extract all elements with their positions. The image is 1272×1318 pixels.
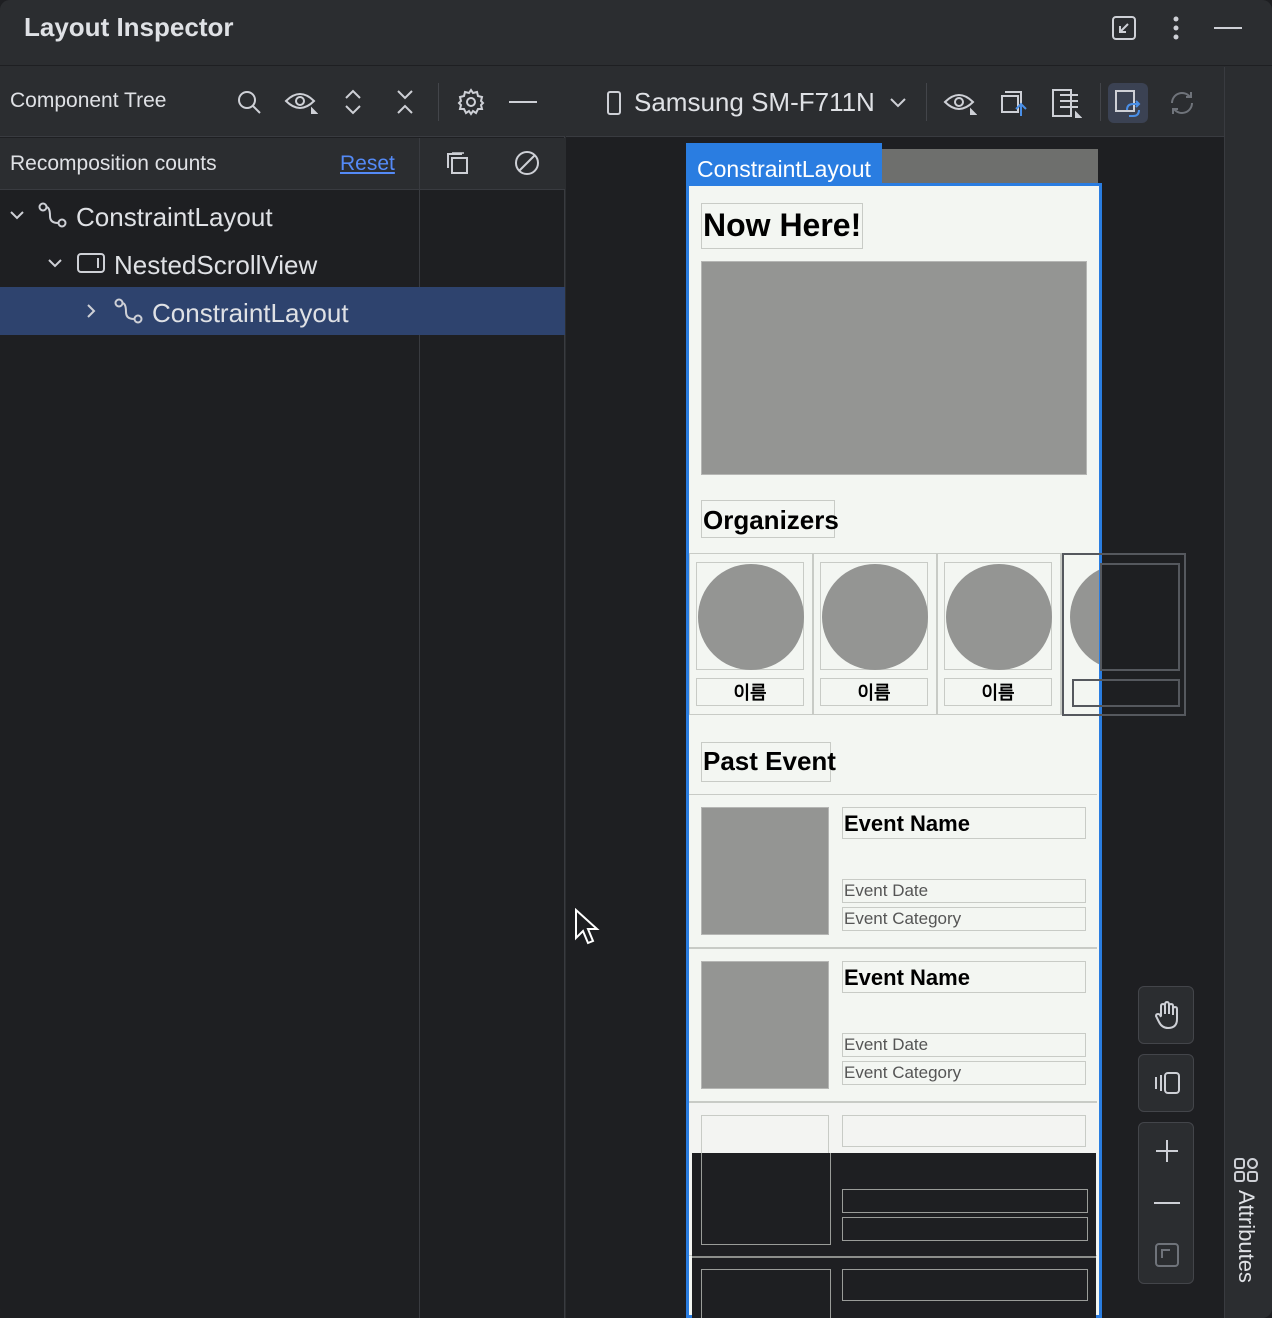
- window-title: Layout Inspector: [24, 12, 234, 42]
- attributes-icon[interactable]: [1232, 1156, 1262, 1186]
- event-name: Event Name: [844, 965, 970, 990]
- fit-screen-icon[interactable]: [1139, 1229, 1195, 1281]
- event-category: Event Category: [844, 1063, 962, 1082]
- search-icon[interactable]: [232, 85, 266, 119]
- minimize-icon[interactable]: [1212, 12, 1244, 44]
- component-tree-panel: Component Tree Recomposition counts Rese…: [0, 67, 565, 1318]
- organizer-cell[interactable]: 이름: [689, 553, 813, 715]
- copy-icon[interactable]: [440, 146, 474, 180]
- gear-icon[interactable]: [454, 85, 488, 119]
- constraint-layout-icon: [38, 202, 68, 228]
- visibility-icon[interactable]: [284, 85, 318, 119]
- refresh-icon[interactable]: [1162, 83, 1202, 123]
- layers-icon[interactable]: [1139, 1057, 1195, 1109]
- organizer-cell-overflow: [1062, 553, 1186, 716]
- component-tree-title: Component Tree: [10, 89, 167, 112]
- chevron-down-icon[interactable]: [44, 252, 66, 274]
- selection-border-right: [1099, 183, 1102, 1318]
- date-wireframe: [842, 1189, 1088, 1213]
- organizer-cell[interactable]: 이름: [937, 553, 1061, 715]
- chevron-down-icon[interactable]: [6, 204, 28, 226]
- constraint-layout-icon: [114, 298, 144, 324]
- tree-node-constraintlayout-selected[interactable]: ConstraintLayout: [0, 287, 565, 335]
- category-wireframe: [842, 1217, 1088, 1241]
- attributes-tab[interactable]: Attributes: [1228, 1190, 1264, 1300]
- organizers-heading: Organizers: [703, 505, 839, 535]
- layer-control[interactable]: [1138, 1054, 1194, 1112]
- avatar: [822, 564, 928, 670]
- organizer-name: 이름: [696, 678, 804, 706]
- organizer-name: 이름: [820, 678, 928, 706]
- event-name: Event Name: [844, 811, 970, 836]
- event-thumbnail: [701, 807, 829, 935]
- event-category: Event Category: [844, 909, 962, 928]
- avatar: [698, 564, 804, 670]
- thumbnail-wireframe: [701, 1153, 831, 1245]
- toolbar-separator: [1100, 83, 1101, 121]
- attributes-sidebar: [1224, 67, 1272, 1318]
- selected-view-tag: ConstraintLayout: [686, 143, 882, 183]
- status-bar-placeholder: [880, 149, 1098, 185]
- pan-control[interactable]: [1138, 986, 1194, 1044]
- component-tree-header: Component Tree: [0, 67, 565, 137]
- row-divider: [692, 1256, 1096, 1258]
- chevron-right-icon[interactable]: [80, 300, 102, 322]
- more-options-icon[interactable]: [1160, 12, 1192, 44]
- name-wireframe: [842, 1269, 1088, 1301]
- tree-node-constraintlayout-root[interactable]: ConstraintLayout: [0, 191, 565, 239]
- zoom-in-icon[interactable]: [1139, 1125, 1195, 1177]
- name-outline: [1072, 679, 1180, 707]
- zoom-out-icon[interactable]: [1139, 1177, 1195, 1229]
- restore-icon[interactable]: [1108, 12, 1140, 44]
- recomposition-counts-label: Recomposition counts: [10, 152, 217, 175]
- layout-inspector-window: Layout Inspector Component Tree Recompos…: [0, 0, 1272, 1318]
- mouse-cursor-icon: [574, 907, 600, 951]
- export-icon[interactable]: [994, 83, 1034, 123]
- zoom-controls: [1138, 1122, 1194, 1284]
- tree-node-label: ConstraintLayout: [152, 298, 349, 328]
- organizer-cell[interactable]: 이름: [813, 553, 937, 715]
- device-render[interactable]: ConstraintLayout Now Here! Organizers 이름…: [686, 143, 1102, 1318]
- layout-tree-icon[interactable]: [1046, 83, 1086, 123]
- event-item[interactable]: Event Name Event Date Event Category: [689, 948, 1097, 1102]
- event-date: Event Date: [844, 881, 929, 900]
- tree-node-nestedscrollview[interactable]: NestedScrollView: [0, 239, 565, 287]
- thumbnail-wireframe: [701, 1269, 831, 1318]
- avatar: [946, 564, 1052, 670]
- expand-all-icon[interactable]: [336, 85, 370, 119]
- hide-panel-icon[interactable]: [506, 85, 540, 119]
- event-item[interactable]: Event Name Event Date Event Category: [689, 794, 1097, 948]
- reset-link[interactable]: Reset: [340, 152, 395, 176]
- disable-icon[interactable]: [510, 146, 544, 180]
- banner-image: [701, 261, 1087, 475]
- event-name-wireframe: [842, 1115, 1086, 1147]
- image-outline: [1100, 563, 1180, 671]
- past-event-heading: Past Event: [703, 746, 836, 776]
- title-bar: Layout Inspector: [0, 0, 1272, 66]
- selection-border-left: [686, 183, 689, 1318]
- phone-icon: [594, 83, 634, 123]
- component-tree: ConstraintLayout NestedScrollView Constr…: [0, 191, 565, 335]
- scroll-view-icon: [76, 250, 106, 276]
- collapse-all-icon[interactable]: [388, 85, 422, 119]
- visibility-icon[interactable]: [940, 83, 980, 123]
- event-thumbnail: [701, 961, 829, 1089]
- hand-icon[interactable]: [1139, 989, 1195, 1041]
- device-selector[interactable]: Samsung SM-F711N: [634, 87, 875, 118]
- toolbar-separator: [926, 83, 927, 121]
- tree-node-label: NestedScrollView: [114, 250, 318, 280]
- organizer-name: 이름: [944, 678, 1052, 706]
- chevron-down-icon[interactable]: [878, 83, 918, 123]
- live-updates-icon[interactable]: [1108, 83, 1148, 123]
- event-date: Event Date: [844, 1035, 929, 1054]
- tree-node-label: ConstraintLayout: [76, 202, 273, 232]
- now-here-heading: Now Here!: [703, 207, 862, 243]
- toolbar-separator: [438, 83, 439, 121]
- recomposition-bar: Recomposition counts Reset: [0, 138, 565, 190]
- device-toolbar: Samsung SM-F711N: [566, 67, 1224, 137]
